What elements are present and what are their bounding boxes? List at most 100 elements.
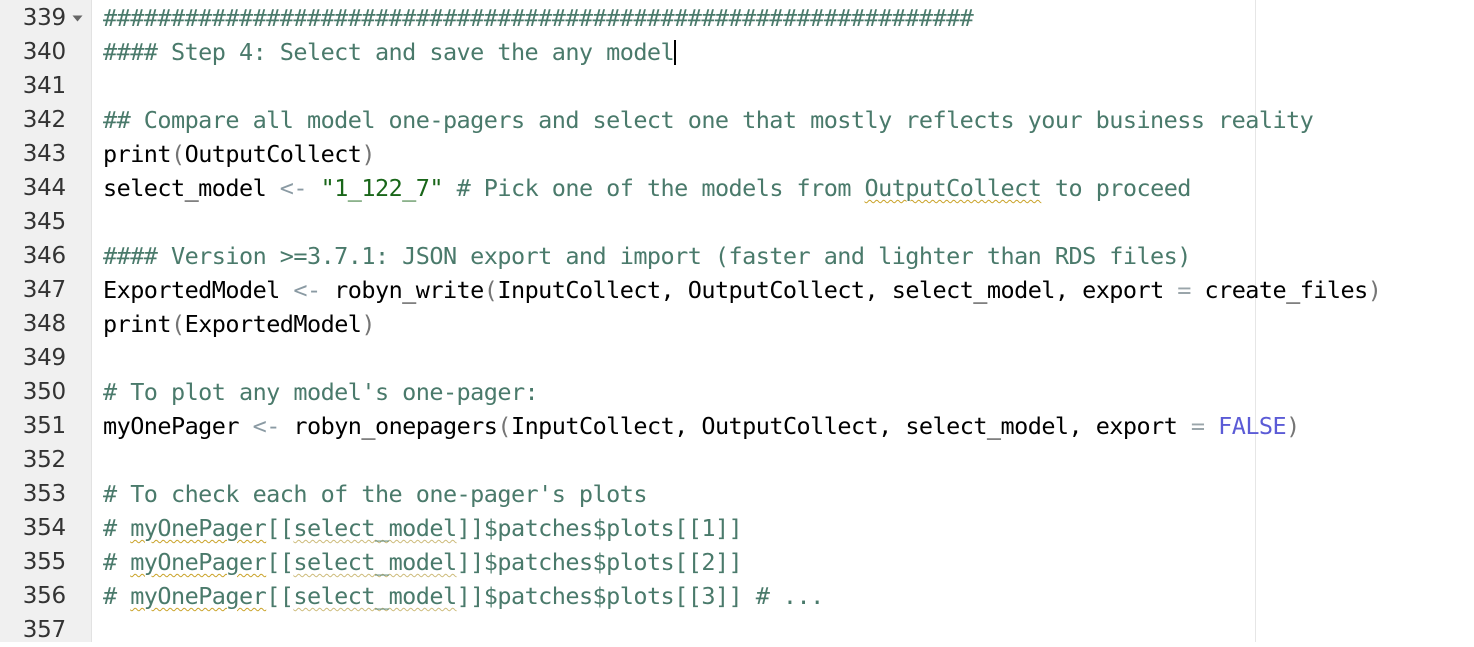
line-number-gutter: 339 340 341 342 343 344 345 346 347 348 349 350 351 3… (0, 0, 92, 643)
code-token: ) (1367, 276, 1382, 304)
code-line-357[interactable] (92, 613, 1474, 642)
code-token: # (103, 582, 131, 610)
line-number-350[interactable]: 350 (0, 375, 91, 409)
line-number-label: 339 (22, 5, 67, 31)
line-number-343[interactable]: 343 (0, 137, 91, 171)
line-number-label: 356 (22, 583, 67, 609)
code-token: FALSE (1218, 412, 1287, 440)
line-number-348[interactable]: 348 (0, 307, 91, 341)
code-token: myOnePager (130, 514, 267, 542)
code-token: myOnePager (130, 582, 267, 610)
code-token: ]]$patches$plots[[2]] (456, 548, 743, 576)
code-token: myOnePager (103, 412, 253, 440)
line-number-347[interactable]: 347 (0, 273, 91, 307)
code-token: #### Version >=3.7.1: JSON export and im… (103, 242, 1191, 270)
line-number-340[interactable]: 340 (0, 35, 91, 69)
line-number-342[interactable]: 342 (0, 103, 91, 137)
line-number-339[interactable]: 339 (0, 1, 91, 35)
code-line-349[interactable] (92, 341, 1474, 375)
code-line-342[interactable]: ## Compare all model one-pagers and sele… (92, 103, 1474, 137)
code-area[interactable]: ########################################… (92, 0, 1474, 642)
line-number-353[interactable]: 353 (0, 477, 91, 511)
code-token: [[ (266, 548, 294, 576)
code-line-343[interactable]: print(OutputCollect) (92, 137, 1474, 171)
code-line-350[interactable]: # To plot any model's one-pager: (92, 375, 1474, 409)
code-token: to proceed (1041, 174, 1192, 202)
code-line-345[interactable] (92, 205, 1474, 239)
code-token: myOnePager (130, 548, 267, 576)
line-number-351[interactable]: 351 (0, 409, 91, 443)
code-token: [[ (266, 514, 294, 542)
code-token: # (103, 548, 131, 576)
code-token: "1_122_7" (320, 174, 444, 202)
code-line-340[interactable]: #### Step 4: Select and save the any mod… (92, 35, 1474, 69)
code-editor[interactable]: 339 340 341 342 343 344 345 346 347 348 349 350 351 3… (0, 0, 1474, 643)
code-token: ########################################… (103, 4, 974, 32)
line-number-label: 346 (22, 243, 67, 269)
code-token: print (103, 310, 172, 338)
code-token: ) (1286, 412, 1300, 440)
code-token: InputCollect, OutputCollect, select_mode… (510, 412, 1191, 440)
line-number-354[interactable]: 354 (0, 511, 91, 545)
code-line-353[interactable]: # To check each of the one-pager's plots (92, 477, 1474, 511)
code-line-352[interactable] (92, 443, 1474, 477)
line-number-label: 350 (22, 379, 67, 405)
fold-arrow-icon[interactable] (69, 15, 85, 22)
code-token: ( (483, 276, 498, 304)
code-token: # (103, 514, 131, 542)
code-line-346[interactable]: #### Version >=3.7.1: JSON export and im… (92, 239, 1474, 273)
code-line-344[interactable]: select_model <- "1_122_7" # Pick one of … (92, 171, 1474, 205)
code-token: create_files (1190, 276, 1369, 304)
code-line-341[interactable] (92, 69, 1474, 103)
line-number-label: 354 (22, 515, 67, 541)
code-token: robyn_onepagers (279, 412, 498, 440)
code-token: ]]$patches$plots[[3]] # ... (456, 582, 825, 610)
line-number-label: 347 (22, 277, 67, 303)
line-number-352[interactable]: 352 (0, 443, 91, 477)
line-number-label: 340 (22, 39, 67, 65)
code-token: # To plot any model's one-pager: (103, 378, 539, 406)
code-token: ( (171, 310, 185, 338)
line-number-355[interactable]: 355 (0, 545, 91, 579)
code-token: robyn_write (320, 276, 484, 304)
code-token: OutputCollect (184, 140, 362, 168)
line-number-label: 352 (22, 447, 67, 473)
line-number-341[interactable]: 341 (0, 69, 91, 103)
line-number-349[interactable]: 349 (0, 341, 91, 375)
code-token: print (103, 140, 172, 168)
code-line-339[interactable]: ########################################… (92, 1, 1474, 35)
code-token: = (1190, 412, 1205, 440)
code-token: <- (252, 412, 281, 440)
code-token: ExportedModel (103, 276, 294, 304)
code-line-355[interactable]: # myOnePager[[select_model]]$patches$plo… (92, 545, 1474, 579)
code-token: [[ (266, 582, 294, 610)
line-number-label: 349 (22, 345, 67, 371)
line-number-346[interactable]: 346 (0, 239, 91, 273)
code-lines[interactable]: ########################################… (92, 1, 1474, 642)
code-token: = (1177, 276, 1191, 304)
code-token: # To check each of the one-pager's plots (103, 480, 647, 508)
code-token: select_model (103, 174, 280, 202)
code-line-356[interactable]: # myOnePager[[select_model]]$patches$plo… (92, 579, 1474, 613)
line-number-356[interactable]: 356 (0, 579, 91, 613)
line-number-344[interactable]: 344 (0, 171, 91, 205)
code-token: OutputCollect (864, 174, 1042, 202)
code-line-347[interactable]: ExportedModel <- robyn_write(InputCollec… (92, 273, 1474, 307)
line-number-label: 348 (22, 311, 67, 337)
code-line-351[interactable]: myOnePager <- robyn_onepagers(InputColle… (92, 409, 1474, 443)
line-number-345[interactable]: 345 (0, 205, 91, 239)
line-number-label: 353 (22, 481, 67, 507)
code-token: # Pick one of the models from (442, 174, 865, 202)
code-token: #### Step 4: Select and save the any mod… (103, 38, 675, 66)
text-cursor (674, 40, 677, 65)
code-line-354[interactable]: # myOnePager[[select_model]]$patches$plo… (92, 511, 1474, 545)
code-token: ) (361, 140, 375, 168)
code-token: ( (497, 412, 511, 440)
code-line-348[interactable]: print(ExportedModel) (92, 307, 1474, 341)
line-number-label: 344 (22, 175, 67, 201)
line-number-label: 345 (22, 209, 67, 235)
code-token: select_model (293, 514, 457, 542)
code-token: <- (293, 276, 321, 304)
line-number-label: 342 (22, 107, 67, 133)
